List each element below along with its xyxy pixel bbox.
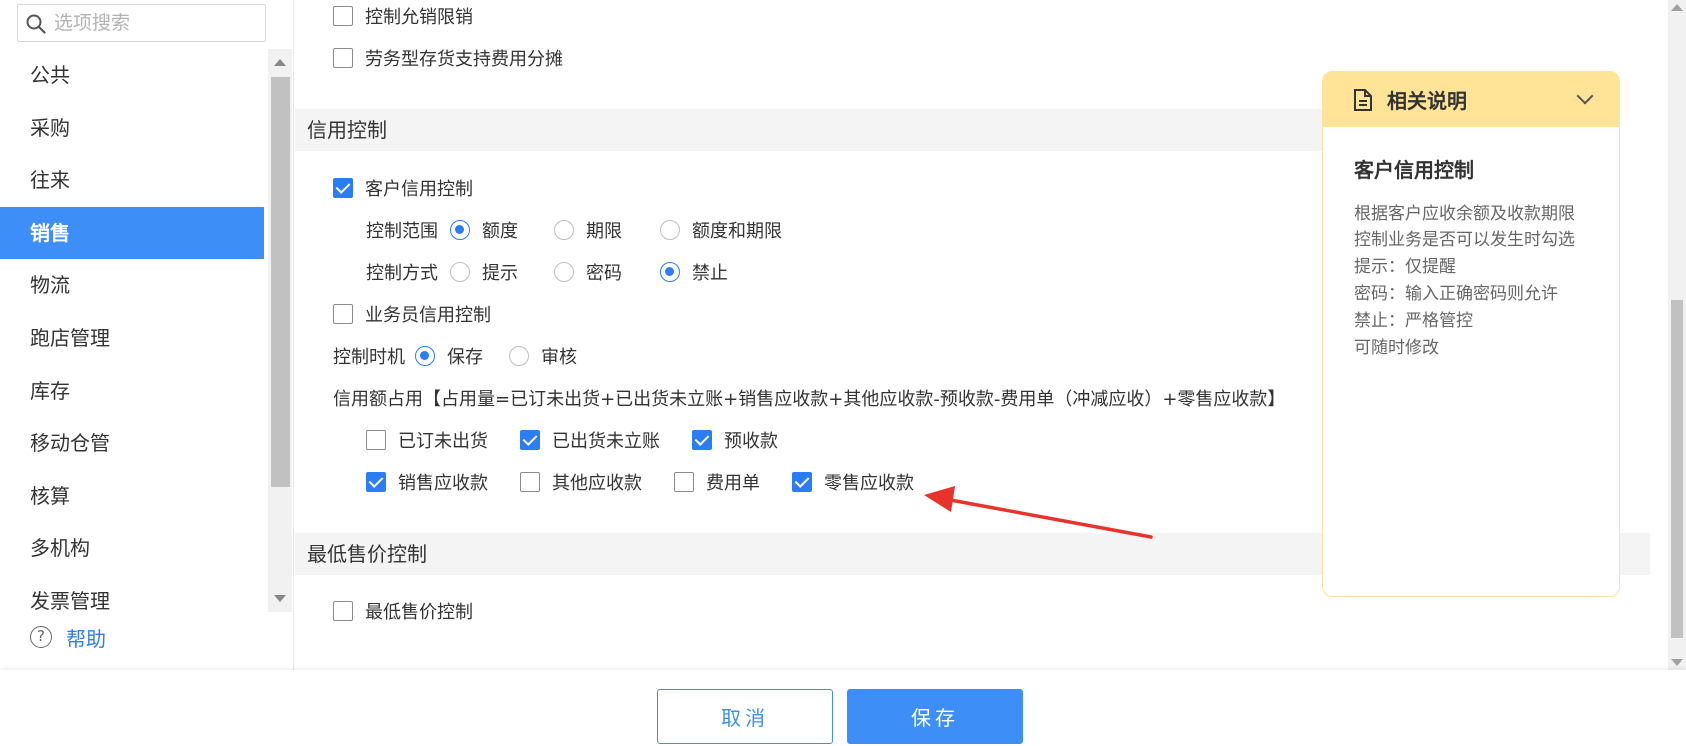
checkbox-ordered-not-shipped[interactable] <box>366 430 386 450</box>
option-customer-credit-control[interactable]: 客户信用控制 <box>333 177 473 200</box>
help-link[interactable]: ? 帮助 <box>30 622 106 652</box>
save-button[interactable]: 保存 <box>847 689 1023 744</box>
credit-occupancy-formula: 信用额占用【占用量=已订未出货+已出货未立账+销售应收款+其他应收款-预收款-费… <box>333 387 1286 410</box>
option-label: 业务员信用控制 <box>365 305 491 326</box>
checkbox-other-receivable[interactable] <box>520 472 540 492</box>
option-label: 零售应收款 <box>824 473 914 494</box>
radio-label: 密码 <box>586 263 622 284</box>
notes-line: 禁止：严格管控 <box>1354 311 1473 331</box>
radio-password[interactable] <box>554 262 574 282</box>
notes-line: 提示：仅提醒 <box>1354 257 1456 277</box>
related-notes-panel: 相关说明 客户信用控制 根据客户应收余额及收款期限 控制业务是否可以发生时勾选 … <box>1322 71 1620 597</box>
sidebar: 公共 采购 往来 销售 物流 跑店管理 库存 移动仓管 核算 多机构 发票管理 … <box>0 0 294 670</box>
radio-label: 额度和期限 <box>692 221 782 242</box>
option-label: 预收款 <box>724 431 778 452</box>
occupancy-options-row-2: 销售应收款 其他应收款 费用单 零售应收款 <box>366 471 914 494</box>
sidebar-item-purchase[interactable]: 采购 <box>0 102 264 155</box>
scroll-up-icon[interactable] <box>274 59 286 66</box>
control-timing-row: 控制时机 保存 审核 <box>333 345 577 368</box>
option-min-price-control[interactable]: 最低售价控制 <box>333 600 473 623</box>
radio-quota[interactable] <box>450 220 470 240</box>
scrollbar-thumb[interactable] <box>271 77 290 487</box>
field-label: 控制方式 <box>366 263 438 284</box>
main-scrollbar[interactable] <box>1668 0 1686 670</box>
footer-bar: 取消 保存 <box>0 670 1686 746</box>
checkbox[interactable] <box>333 601 353 621</box>
help-icon: ? <box>30 626 52 648</box>
section-title-credit-control: 信用控制 <box>295 109 1322 151</box>
sidebar-nav: 公共 采购 往来 销售 物流 跑店管理 库存 移动仓管 核算 多机构 发票管理 <box>0 49 264 612</box>
option-label: 劳务型存货支持费用分摊 <box>365 49 563 70</box>
cancel-button[interactable]: 取消 <box>657 689 833 744</box>
scroll-down-icon[interactable] <box>274 595 286 602</box>
checkbox-expense-bill[interactable] <box>674 472 694 492</box>
checkbox-checked[interactable] <box>333 178 353 198</box>
radio-label: 提示 <box>482 263 518 284</box>
control-mode-row: 控制方式 提示 密码 禁止 <box>366 261 728 284</box>
option-label: 其他应收款 <box>552 473 642 494</box>
option-allow-restrict-sales[interactable]: 控制允销限销 <box>333 6 473 28</box>
sidebar-item-logistics[interactable]: 物流 <box>0 259 264 312</box>
notes-subtitle: 客户信用控制 <box>1354 158 1474 182</box>
notes-title: 相关说明 <box>1387 89 1467 113</box>
checkbox[interactable] <box>333 304 353 324</box>
scrollbar-thumb[interactable] <box>1671 300 1683 638</box>
radio-label: 保存 <box>447 347 483 368</box>
radio-label: 审核 <box>541 347 577 368</box>
help-label: 帮助 <box>66 626 106 651</box>
radio-term[interactable] <box>554 220 574 240</box>
checkbox-shipped-not-booked[interactable] <box>520 430 540 450</box>
sidebar-item-mobile-warehouse[interactable]: 移动仓管 <box>0 417 264 470</box>
radio-audit[interactable] <box>509 346 529 366</box>
checkbox[interactable] <box>333 48 353 68</box>
option-label: 销售应收款 <box>398 473 488 494</box>
scroll-down-icon[interactable] <box>1671 659 1683 666</box>
radio-label: 期限 <box>586 221 622 242</box>
field-label: 控制范围 <box>366 221 438 242</box>
option-label: 费用单 <box>706 473 760 494</box>
radio-save[interactable] <box>415 346 435 366</box>
sidebar-item-invoice[interactable]: 发票管理 <box>0 575 264 612</box>
checkbox[interactable] <box>333 6 353 26</box>
option-salesman-credit-control[interactable]: 业务员信用控制 <box>333 303 491 326</box>
sidebar-item-public[interactable]: 公共 <box>0 49 264 102</box>
occupancy-options-row-1: 已订未出货 已出货未立账 预收款 <box>366 429 778 452</box>
control-scope-row: 控制范围 额度 期限 额度和期限 <box>366 219 782 242</box>
option-label: 最低售价控制 <box>365 602 473 623</box>
sidebar-item-sales[interactable]: 销售 <box>0 206 264 260</box>
option-service-cost-allocation[interactable]: 劳务型存货支持费用分摊 <box>333 48 563 70</box>
notes-header[interactable]: 相关说明 <box>1323 72 1619 127</box>
option-label: 客户信用控制 <box>365 179 473 200</box>
sidebar-item-store-visit[interactable]: 跑店管理 <box>0 312 264 365</box>
scroll-up-icon[interactable] <box>1671 4 1683 11</box>
search-input[interactable] <box>54 9 259 37</box>
radio-prompt[interactable] <box>450 262 470 282</box>
sidebar-item-multi-org[interactable]: 多机构 <box>0 522 264 575</box>
option-label: 已订未出货 <box>398 431 488 452</box>
radio-forbid[interactable] <box>660 262 680 282</box>
option-label: 已出货未立账 <box>552 431 660 452</box>
sidebar-item-accounting[interactable]: 核算 <box>0 470 264 523</box>
search-icon <box>26 14 46 34</box>
formula-text: 信用额占用【占用量=已订未出货+已出货未立账+销售应收款+其他应收款-预收款-费… <box>333 389 1286 410</box>
sidebar-item-contacts[interactable]: 往来 <box>0 154 264 207</box>
sidebar-item-inventory[interactable]: 库存 <box>0 365 264 418</box>
checkbox-advance-receipt[interactable] <box>692 430 712 450</box>
document-icon <box>1354 88 1372 111</box>
sidebar-scrollbar[interactable] <box>268 49 292 612</box>
notes-line: 密码：输入正确密码则允许 <box>1354 284 1558 304</box>
notes-line: 控制业务是否可以发生时勾选 <box>1354 230 1575 250</box>
notes-line: 可随时修改 <box>1354 338 1439 358</box>
chevron-down-icon[interactable] <box>1576 87 1594 105</box>
radio-label: 额度 <box>482 221 518 242</box>
option-label: 控制允销限销 <box>365 7 473 28</box>
field-label: 控制时机 <box>333 347 405 368</box>
checkbox-retail-receivable[interactable] <box>792 472 812 492</box>
search-box[interactable] <box>17 4 266 42</box>
checkbox-sales-receivable[interactable] <box>366 472 386 492</box>
notes-line: 根据客户应收余额及收款期限 <box>1354 204 1575 224</box>
radio-label: 禁止 <box>692 263 728 284</box>
radio-quota-and-term[interactable] <box>660 220 680 240</box>
